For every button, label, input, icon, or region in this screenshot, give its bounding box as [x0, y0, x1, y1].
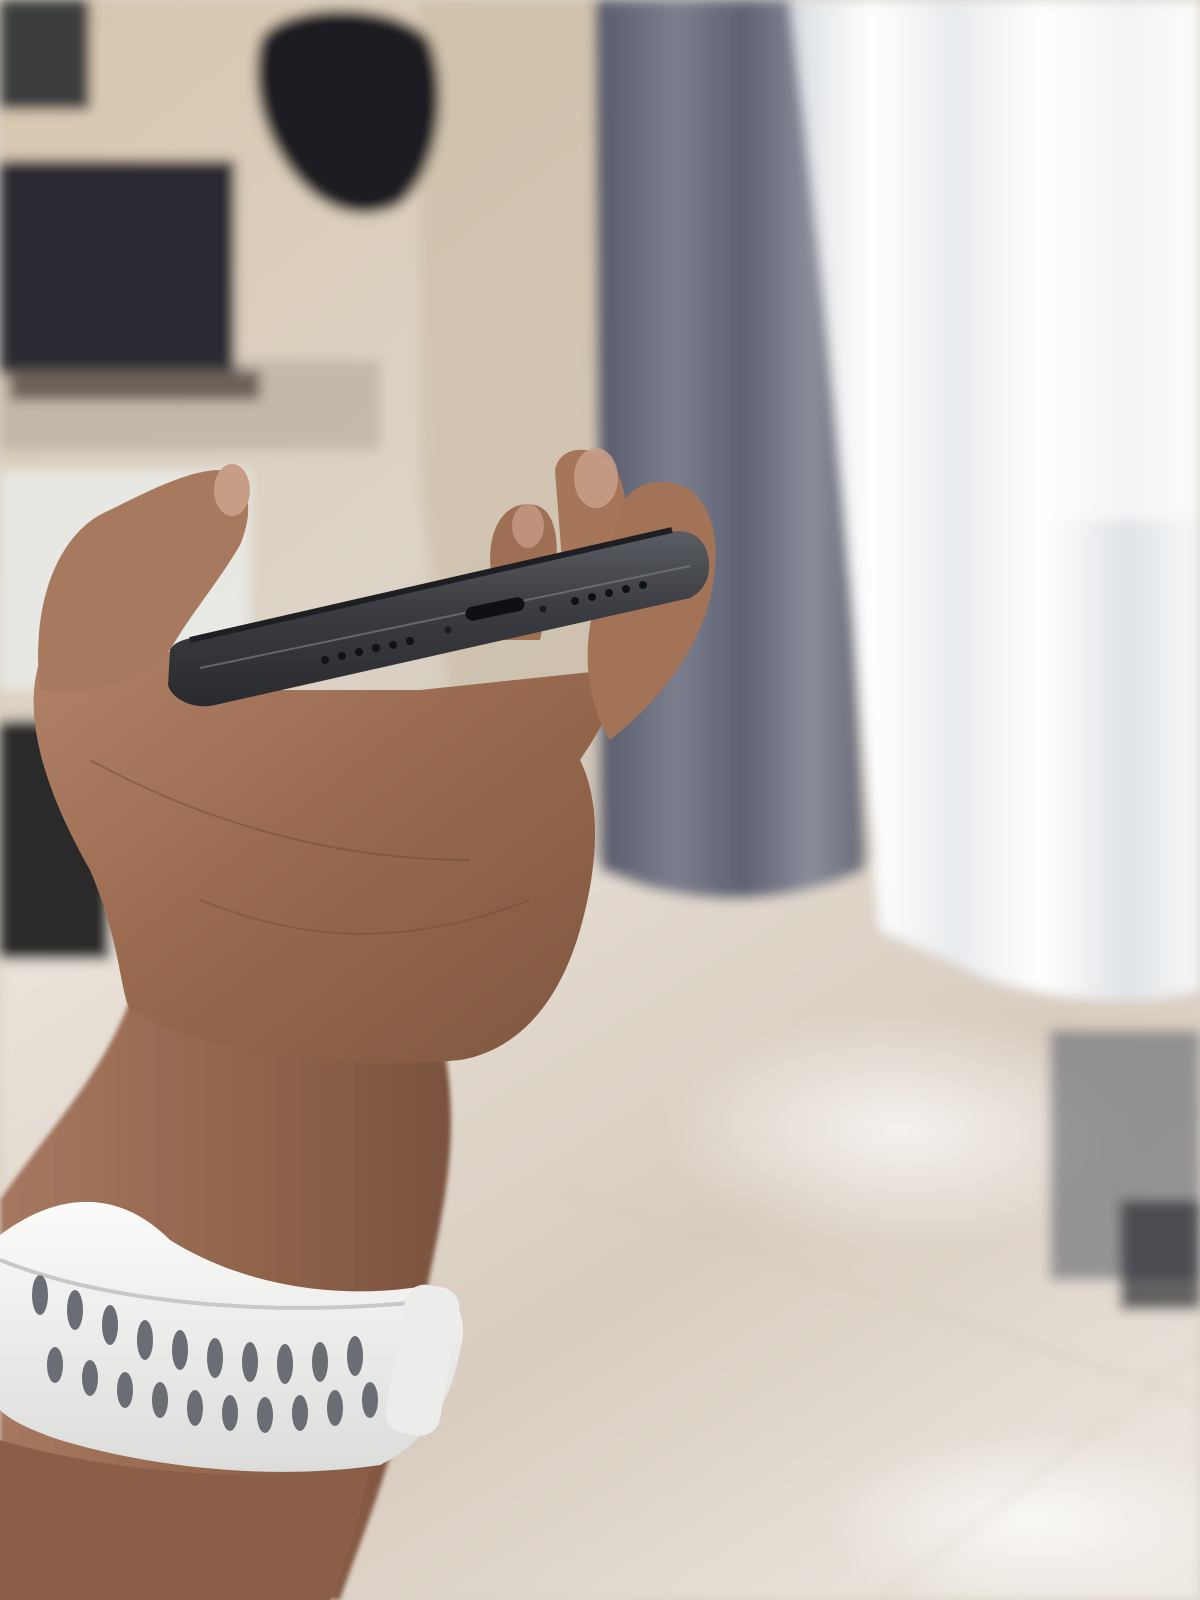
speaker-grille	[0, 0, 90, 110]
fingernail	[574, 448, 618, 508]
photo-scene	[0, 0, 1200, 1600]
monitor	[0, 160, 235, 375]
screw-left	[444, 626, 452, 634]
floor-box	[1120, 1200, 1200, 1310]
monitor-stand	[10, 370, 260, 400]
screw-right	[539, 605, 547, 613]
window-light	[1050, 0, 1200, 520]
photo-canvas	[0, 0, 1200, 1600]
thumbnail	[214, 464, 250, 516]
fingernail-2	[512, 504, 544, 548]
